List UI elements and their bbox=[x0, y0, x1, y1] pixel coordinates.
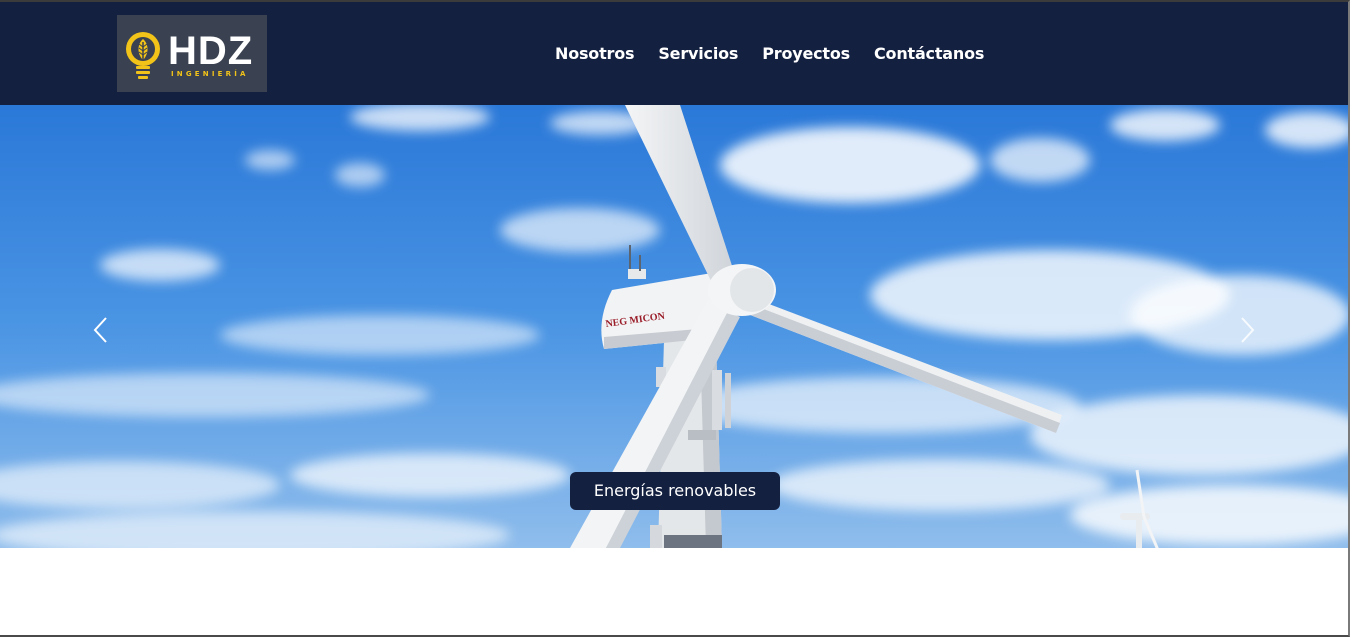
logo[interactable]: HDZ INGENIERÍA bbox=[117, 15, 267, 92]
page: HDZ INGENIERÍA Nosotros Servicios Proyec… bbox=[0, 0, 1350, 637]
nav-link-proyectos[interactable]: Proyectos bbox=[762, 44, 850, 64]
logo-subtitle: INGENIERÍA bbox=[171, 70, 249, 78]
nav-link-servicios[interactable]: Servicios bbox=[658, 44, 738, 64]
logo-text: HDZ bbox=[168, 29, 254, 73]
chevron-right-icon bbox=[1241, 317, 1255, 343]
carousel-next-button[interactable] bbox=[1228, 310, 1268, 350]
bulb-logo-icon bbox=[126, 32, 160, 79]
carousel-caption: Energías renovables bbox=[570, 472, 780, 510]
nav-link-nosotros[interactable]: Nosotros bbox=[555, 44, 635, 64]
chevron-left-icon bbox=[93, 317, 107, 343]
hero-carousel: NEG MICON Energías renovables bbox=[0, 105, 1348, 548]
navbar: HDZ INGENIERÍA Nosotros Servicios Proyec… bbox=[0, 2, 1348, 105]
carousel-prev-button[interactable] bbox=[82, 310, 122, 350]
nav-link-contactanos[interactable]: Contáctanos bbox=[874, 44, 984, 64]
content-area bbox=[0, 548, 1348, 635]
main-nav: Nosotros Servicios Proyectos Contáctanos bbox=[555, 44, 984, 64]
